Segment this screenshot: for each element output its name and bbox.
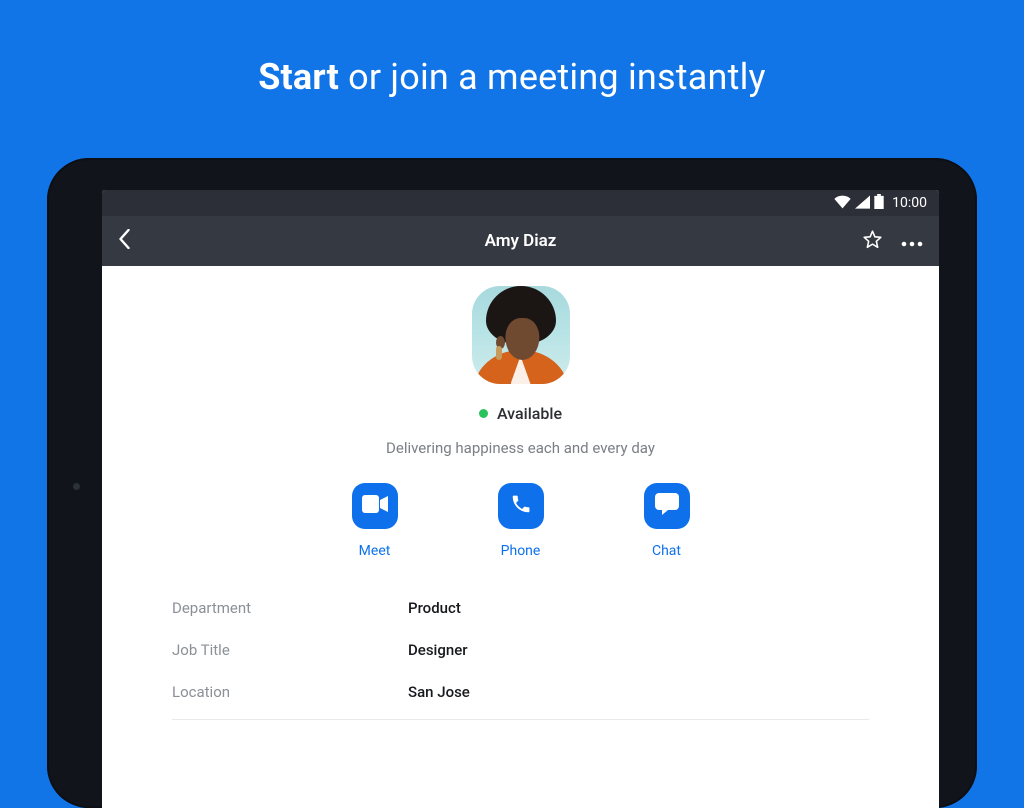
presence-text: Available (497, 404, 562, 423)
camera-dot (73, 483, 80, 490)
clock-text: 10:00 (892, 195, 927, 211)
detail-row-department: Department Product (172, 587, 869, 629)
profile-details: Department Product Job Title Designer Lo… (172, 587, 869, 713)
detail-row-location: Location San Jose (172, 671, 869, 713)
jobtitle-label: Job Title (172, 641, 408, 659)
location-value: San Jose (408, 683, 470, 701)
chat-icon (655, 493, 679, 519)
battery-icon (874, 194, 884, 213)
details-divider (172, 719, 869, 720)
profile-content: Available Delivering happiness each and … (102, 266, 939, 720)
department-value: Product (408, 599, 461, 617)
status-bar: 10:00 (102, 190, 939, 216)
presence-dot-icon (479, 409, 488, 418)
signal-icon (855, 194, 870, 213)
meet-button[interactable]: Meet (352, 483, 398, 559)
phone-icon (510, 493, 532, 519)
back-button[interactable] (118, 229, 131, 253)
presence-row: Available (102, 404, 939, 423)
marketing-rest: or join a meeting instantly (339, 56, 766, 98)
chat-button[interactable]: Chat (644, 483, 690, 559)
star-icon[interactable] (862, 229, 883, 254)
more-icon[interactable] (901, 232, 923, 251)
wifi-icon (834, 194, 851, 213)
department-label: Department (172, 599, 408, 617)
detail-row-jobtitle: Job Title Designer (172, 629, 869, 671)
marketing-bold: Start (258, 56, 339, 98)
profile-tagline: Delivering happiness each and every day (102, 439, 939, 457)
phone-label: Phone (501, 543, 541, 559)
location-label: Location (172, 683, 408, 701)
marketing-headline: Start or join a meeting instantly (0, 0, 1024, 98)
device-screen: 10:00 Amy Diaz (102, 190, 939, 808)
app-bar: Amy Diaz (102, 216, 939, 266)
phone-button[interactable]: Phone (498, 483, 544, 559)
meet-label: Meet (359, 543, 391, 559)
video-icon (362, 495, 388, 517)
tablet-frame: 10:00 Amy Diaz (47, 158, 977, 808)
jobtitle-value: Designer (408, 641, 468, 659)
chat-label: Chat (652, 543, 681, 559)
action-row: Meet Phone Chat (102, 483, 939, 559)
avatar[interactable] (472, 286, 570, 384)
page-title: Amy Diaz (102, 231, 939, 251)
